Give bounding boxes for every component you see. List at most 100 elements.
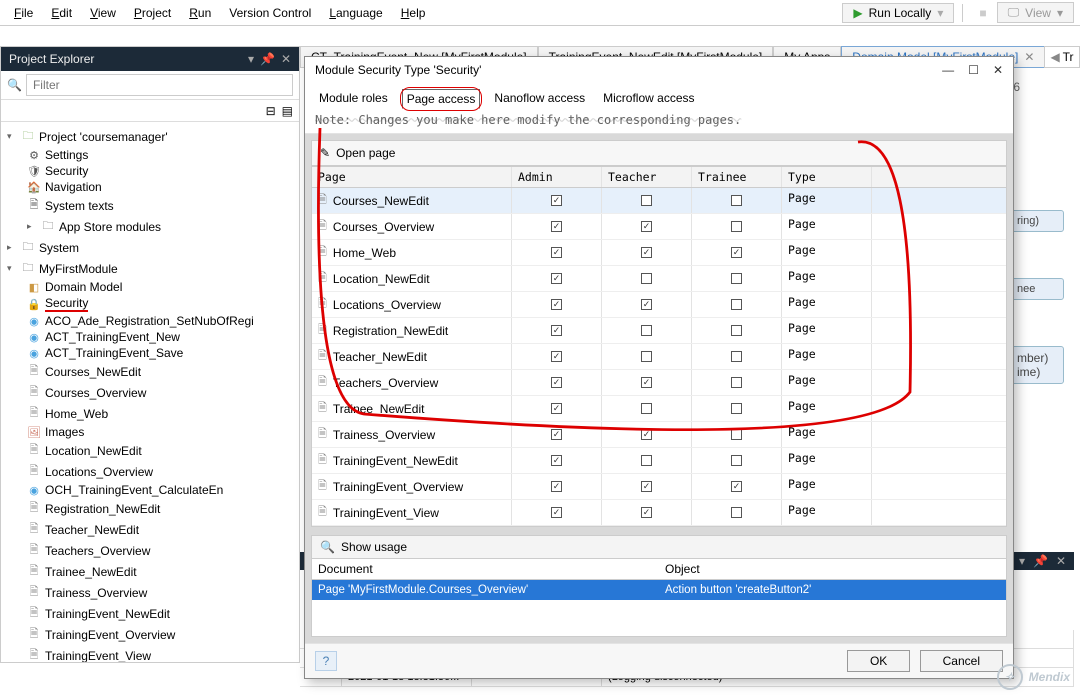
checkbox[interactable] <box>731 429 742 440</box>
tree-item[interactable]: 🗎Courses_Overview <box>5 382 295 403</box>
tree-item-module-security[interactable]: 🔒Security <box>5 295 295 313</box>
checkbox[interactable]: ✓ <box>731 481 742 492</box>
checkbox[interactable] <box>731 507 742 518</box>
tree-item-domain-model[interactable]: ◧Domain Model <box>5 279 295 295</box>
grid-row[interactable]: 🗎Registration_NewEdit✓Page <box>312 318 1006 344</box>
checkbox[interactable]: ✓ <box>551 351 562 362</box>
cancel-button[interactable]: Cancel <box>920 650 1003 672</box>
tree-item[interactable]: 🗎Teacher_NewEdit <box>5 519 295 540</box>
checkbox[interactable]: ✓ <box>551 481 562 492</box>
checkbox[interactable] <box>731 299 742 310</box>
pin-icon[interactable]: 📌 <box>260 52 275 66</box>
tree-item[interactable]: 🖼Images <box>5 424 295 440</box>
tree-item[interactable]: 🗎Registration_NewEdit <box>5 498 295 519</box>
checkbox[interactable] <box>641 195 652 206</box>
checkbox[interactable]: ✓ <box>551 325 562 336</box>
menu-lang[interactable]: Language <box>321 3 390 23</box>
tree-item[interactable]: ◉ACT_TrainingEvent_New <box>5 329 295 345</box>
open-page-header[interactable]: ✎ Open page <box>311 140 1007 166</box>
checkbox[interactable]: ✓ <box>551 429 562 440</box>
col-type[interactable]: Type <box>782 167 872 187</box>
checkbox[interactable]: ✓ <box>551 247 562 258</box>
checkbox[interactable] <box>641 351 652 362</box>
grid-row[interactable]: 🗎Trainess_Overview✓✓Page <box>312 422 1006 448</box>
checkbox[interactable]: ✓ <box>551 299 562 310</box>
checkbox[interactable]: ✓ <box>641 299 652 310</box>
menu-project[interactable]: Project <box>126 3 179 23</box>
checkbox[interactable] <box>641 325 652 336</box>
menu-view[interactable]: View <box>82 3 124 23</box>
tree-item-system-texts[interactable]: 🗎System texts <box>5 195 295 216</box>
checkbox[interactable]: ✓ <box>641 481 652 492</box>
dropdown-icon[interactable]: ▾ <box>1019 554 1025 568</box>
collapse-icon[interactable]: ⊟ <box>266 104 276 118</box>
checkbox[interactable] <box>731 325 742 336</box>
checkbox[interactable]: ✓ <box>551 221 562 232</box>
menu-vcs[interactable]: Version Control <box>221 3 319 23</box>
tree-item[interactable]: 🗎TrainingEvent_View <box>5 645 295 662</box>
checkbox[interactable]: ✓ <box>641 247 652 258</box>
checkbox[interactable]: ✓ <box>551 195 562 206</box>
checkbox[interactable] <box>731 195 742 206</box>
tab-module-roles[interactable]: Module roles <box>315 89 392 109</box>
grid-row[interactable]: 🗎Trainee_NewEdit✓Page <box>312 396 1006 422</box>
tree-item[interactable]: 🗎Courses_NewEdit <box>5 361 295 382</box>
checkbox[interactable] <box>731 221 742 232</box>
checkbox[interactable]: ✓ <box>641 377 652 388</box>
tree-item[interactable]: 🗎Trainess_Overview <box>5 582 295 603</box>
checkbox[interactable] <box>731 403 742 414</box>
grid-row[interactable]: 🗎TrainingEvent_Overview✓✓✓Page <box>312 474 1006 500</box>
checkbox[interactable]: ✓ <box>641 429 652 440</box>
close-icon[interactable]: ✕ <box>993 63 1003 77</box>
tree-item-navigation[interactable]: 🏠Navigation <box>5 179 295 195</box>
usage-row[interactable]: Page 'MyFirstModule.Courses_Overview' Ac… <box>312 580 1006 600</box>
checkbox[interactable]: ✓ <box>551 403 562 414</box>
tree-item[interactable]: 🗎Home_Web <box>5 403 295 424</box>
tree-item[interactable]: 🗎Trainee_NewEdit <box>5 561 295 582</box>
grid-row[interactable]: 🗎Teacher_NewEdit✓Page <box>312 344 1006 370</box>
minimize-icon[interactable]: — <box>942 63 954 77</box>
tree-project-root[interactable]: ▾🗀Project 'coursemanager' <box>5 126 295 147</box>
checkbox[interactable]: ✓ <box>551 273 562 284</box>
grid-row[interactable]: 🗎Courses_NewEdit✓Page <box>312 188 1006 214</box>
tree-item-system[interactable]: ▸🗀System <box>5 237 295 258</box>
dropdown-icon[interactable]: ▾ <box>248 52 254 66</box>
grid-row[interactable]: 🗎Courses_Overview✓✓Page <box>312 214 1006 240</box>
checkbox[interactable]: ✓ <box>551 507 562 518</box>
checkbox[interactable]: ✓ <box>641 221 652 232</box>
menu-help[interactable]: Help <box>393 3 434 23</box>
filter-input[interactable] <box>26 74 293 96</box>
grid-row[interactable]: 🗎TrainingEvent_NewEdit✓Page <box>312 448 1006 474</box>
checkbox[interactable] <box>731 351 742 362</box>
tree-item-app-store[interactable]: ▸🗀App Store modules <box>5 216 295 237</box>
close-icon[interactable]: ✕ <box>1024 50 1034 64</box>
checkbox[interactable] <box>641 403 652 414</box>
close-icon[interactable]: ✕ <box>281 52 291 66</box>
col-teacher[interactable]: Teacher <box>602 167 692 187</box>
tree-item[interactable]: 🗎Locations_Overview <box>5 461 295 482</box>
checkbox[interactable]: ✓ <box>731 247 742 258</box>
checkbox[interactable] <box>641 273 652 284</box>
tree-item[interactable]: 🗎Location_NewEdit <box>5 440 295 461</box>
col-object[interactable]: Object <box>659 559 1006 579</box>
col-admin[interactable]: Admin <box>512 167 602 187</box>
checkbox[interactable] <box>731 377 742 388</box>
tree-item[interactable]: 🗎Teachers_Overview <box>5 540 295 561</box>
tab-nanoflow-access[interactable]: Nanoflow access <box>490 89 589 109</box>
run-locally-button[interactable]: ▶ Run Locally ▾ <box>842 3 954 23</box>
view-button[interactable]: 🖵 View ▾ <box>997 2 1074 23</box>
tree-item[interactable]: 🗎TrainingEvent_Overview <box>5 624 295 645</box>
menu-file[interactable]: File <box>6 3 41 23</box>
grid-row[interactable]: 🗎Location_NewEdit✓Page <box>312 266 1006 292</box>
checkbox[interactable]: ✓ <box>551 455 562 466</box>
checkbox[interactable] <box>641 455 652 466</box>
grid-row[interactable]: 🗎Teachers_Overview✓✓Page <box>312 370 1006 396</box>
view-toggle-icon[interactable]: ▤ <box>282 104 293 118</box>
right-dock[interactable]: ◀Tr <box>1044 46 1080 68</box>
tree-item-settings[interactable]: ⚙Settings <box>5 147 295 163</box>
pin-icon[interactable]: 📌 <box>1033 554 1048 568</box>
checkbox[interactable]: ✓ <box>641 507 652 518</box>
tab-page-access[interactable]: Page access <box>402 89 481 109</box>
usage-header[interactable]: 🔍 Show usage <box>312 536 1006 559</box>
tree-item[interactable]: ◉ACO_Ade_Registration_SetNubOfRegi <box>5 313 295 329</box>
